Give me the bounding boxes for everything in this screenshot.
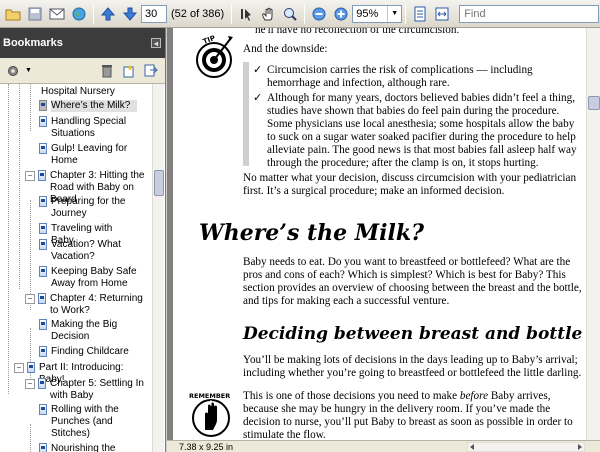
tip-icon: TIP — [195, 32, 235, 84]
toolbar-separator — [304, 3, 306, 24]
toolbar-separator — [405, 3, 407, 24]
bookmark-page-icon — [39, 143, 47, 154]
bookmark-page-icon — [39, 116, 47, 127]
toolbar-separator — [231, 3, 233, 24]
text-paragraph: No matter what your decision, discuss ci… — [243, 172, 577, 197]
tree-line — [30, 424, 31, 452]
checkmark-icon: ✓ — [253, 64, 263, 76]
page-size-label: 7.38 x 9.25 in — [179, 441, 234, 452]
collapse-panel-icon[interactable]: ◂ — [151, 38, 161, 48]
bookmark-item[interactable]: Preparing for the Journey — [36, 196, 137, 220]
toolbar-separator — [93, 3, 94, 24]
emphasis-text: before — [459, 390, 489, 402]
bookmark-page-icon — [38, 378, 46, 389]
text-paragraph: Baby needs to eat. Do you want to breast… — [243, 256, 582, 307]
hand-tool-icon[interactable] — [258, 4, 278, 24]
marquee-zoom-icon[interactable] — [280, 4, 300, 24]
bookmark-item[interactable]: Nourishing the Newbo... — [36, 443, 137, 452]
bookmark-page-icon — [39, 319, 47, 330]
bookmarks-panel: Bookmarks ◂ ▼ Hospital Nursery Where’s t… — [0, 28, 166, 452]
scrollbar-thumb[interactable] — [154, 170, 164, 196]
document-view[interactable]: TIP he'll have no recollection of the ci… — [167, 28, 600, 440]
heading-deciding: Deciding between breast and bottle — [243, 324, 583, 344]
bullet-text: Although for many years, doctors believe… — [267, 92, 577, 169]
options-gear-icon[interactable] — [4, 61, 24, 81]
bookmark-item[interactable]: Where’s the Milk? — [36, 100, 137, 112]
bookmark-item[interactable]: Hospital Nursery — [41, 86, 137, 98]
bullet-text: Circumcision carries the risk of complic… — [267, 64, 533, 89]
status-bar: 7.38 x 9.25 in — [167, 440, 600, 452]
text-paragraph: You’ll be making lots of decisions in th… — [243, 354, 582, 379]
bookmarks-title: Bookmarks — [3, 37, 63, 49]
previous-page-icon[interactable] — [98, 4, 118, 24]
collapse-toggle-icon[interactable]: − — [25, 379, 35, 389]
scrollbar-thumb[interactable] — [588, 96, 600, 110]
remember-icon: REMEMBER — [187, 380, 235, 440]
bookmark-item[interactable]: Handling Special Situations — [36, 116, 137, 140]
bookmark-item[interactable]: Gulp! Leaving for Home — [36, 143, 137, 167]
new-bookmark-icon[interactable] — [119, 61, 139, 81]
horizontal-scrollbar[interactable] — [467, 442, 585, 452]
bookmarks-toolbar: ▼ — [0, 58, 165, 84]
find-input[interactable] — [459, 4, 600, 23]
bookmark-page-icon — [39, 266, 47, 277]
bookmark-page-icon — [39, 346, 47, 357]
collapse-toggle-icon[interactable]: − — [25, 294, 35, 304]
expand-bookmark-icon[interactable] — [141, 61, 161, 81]
bookmark-item[interactable]: Keeping Baby Safe Away from Home — [36, 266, 137, 290]
text-paragraph: And the downside: — [243, 43, 328, 55]
remember-label: REMEMBER — [189, 392, 231, 400]
select-text-icon[interactable] — [236, 4, 256, 24]
page-count-label: (52 of 386) — [171, 7, 225, 20]
bullet-bar — [243, 62, 249, 166]
bookmark-item[interactable]: Finding Childcare — [36, 346, 137, 358]
fit-page-icon[interactable] — [410, 4, 430, 24]
bookmark-item[interactable]: Making the Big Decision — [36, 319, 137, 343]
zoom-out-icon[interactable] — [309, 4, 329, 24]
fit-width-icon[interactable] — [432, 4, 452, 24]
bookmark-item[interactable]: Rolling with the Punches (and Stitches) — [36, 404, 137, 440]
zoom-input[interactable] — [353, 6, 388, 21]
bookmark-tree: Hospital Nursery Where’s the Milk? Handl… — [0, 84, 152, 452]
email-icon[interactable] — [47, 4, 67, 24]
collapse-toggle-icon[interactable]: − — [14, 363, 24, 373]
text-paragraph: This is one of those decisions you need … — [243, 390, 583, 440]
bookmarks-header: Bookmarks ◂ — [0, 28, 165, 58]
heading-wheres-the-milk: Where’s the Milk? — [199, 220, 425, 246]
document-scrollbar[interactable] — [586, 28, 600, 440]
tree-line — [30, 84, 31, 131]
text-line: he'll have no recollection of the circum… — [255, 28, 460, 36]
collapse-toggle-icon[interactable]: − — [25, 171, 35, 181]
tree-line — [8, 84, 9, 394]
zoom-in-icon[interactable] — [331, 4, 351, 24]
text-run: This is one of those decisions you need … — [243, 390, 460, 402]
bookmark-item[interactable]: Vacation? What Vacation? — [36, 239, 137, 263]
chevron-down-icon[interactable]: ▼ — [387, 5, 401, 22]
next-page-icon[interactable] — [120, 4, 140, 24]
open-file-icon[interactable] — [3, 4, 23, 24]
bookmarks-scrollbar[interactable] — [152, 84, 164, 452]
share-globe-icon[interactable] — [69, 4, 89, 24]
bookmark-item-chapter-5[interactable]: − Chapter 5: Settling In with Baby — [25, 378, 148, 402]
bookmark-page-icon — [39, 100, 47, 111]
delete-bookmark-icon[interactable] — [97, 61, 117, 81]
main-toolbar: (52 of 386) ▼ — [0, 0, 600, 28]
bookmark-page-icon — [39, 223, 47, 234]
page-number-input[interactable] — [141, 4, 167, 23]
bookmark-page-icon — [39, 239, 47, 250]
bookmark-page-icon — [39, 196, 47, 207]
checkmark-icon: ✓ — [253, 92, 263, 104]
bookmark-page-icon — [39, 443, 47, 452]
pdf-page: TIP he'll have no recollection of the ci… — [173, 28, 593, 440]
zoom-select[interactable]: ▼ — [352, 4, 403, 23]
bookmark-page-icon — [39, 404, 47, 415]
chevron-down-icon[interactable]: ▼ — [25, 67, 32, 74]
save-icon[interactable] — [25, 4, 45, 24]
bookmark-item-chapter-4[interactable]: − Chapter 4: Returning to Work? — [25, 293, 150, 317]
bookmark-page-icon — [38, 293, 46, 304]
tree-line — [19, 84, 20, 289]
bookmark-page-icon — [38, 170, 46, 181]
bookmark-page-icon — [27, 362, 35, 373]
